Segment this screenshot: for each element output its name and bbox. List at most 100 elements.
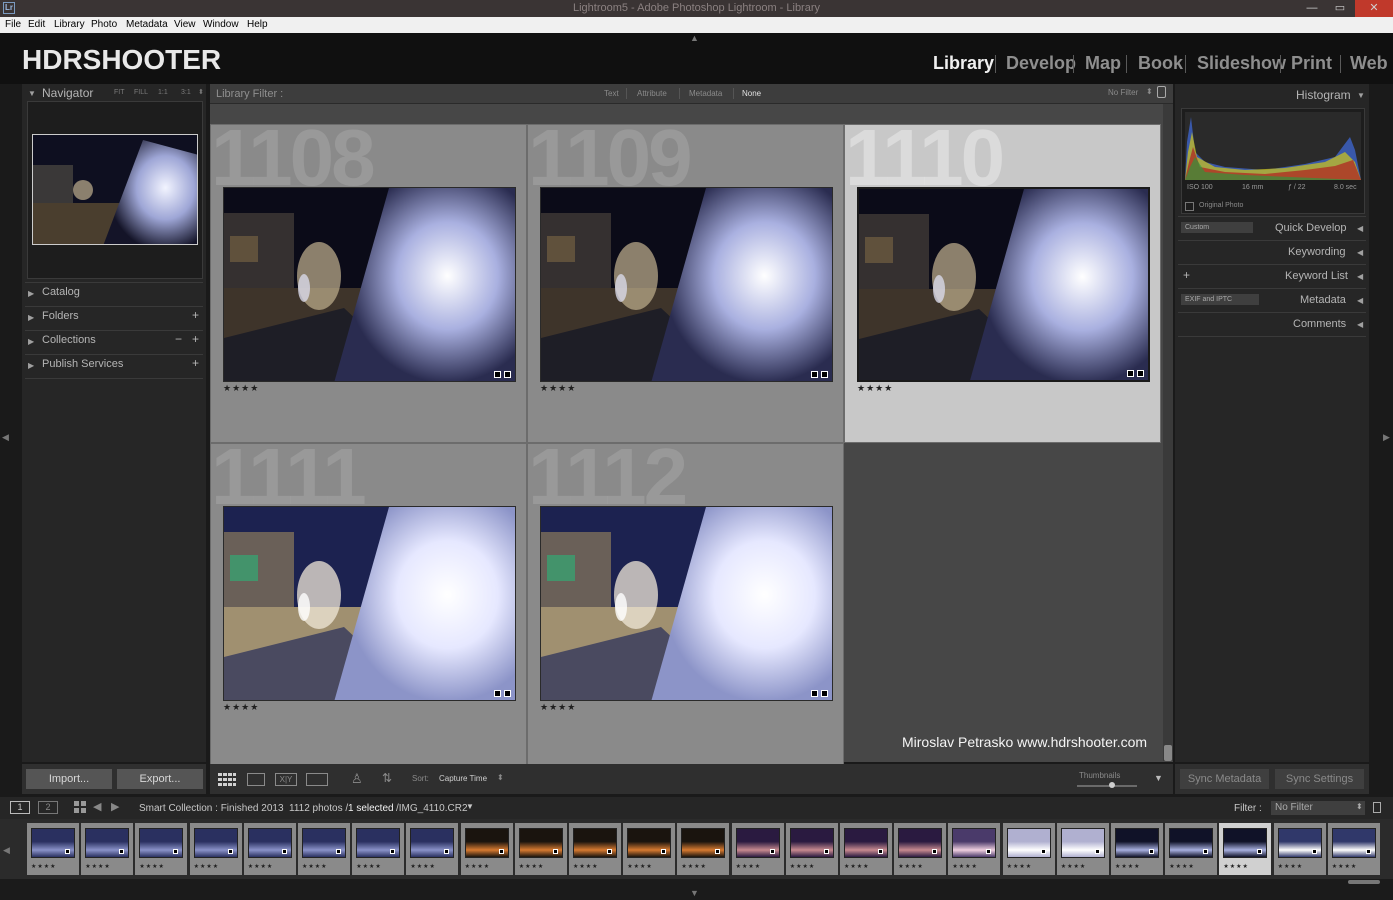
comments-expand-icon[interactable]: ◀ <box>1357 320 1363 329</box>
sort-stepper-icon[interactable]: ⬍ <box>497 773 504 782</box>
grid-scrollbar[interactable] <box>1163 104 1173 761</box>
menu-file[interactable]: File <box>5 19 21 30</box>
filmstrip-thumbnail[interactable]: ★★★★ <box>514 823 567 875</box>
grid-cell[interactable]: 1112 ★★★★ <box>527 432 844 782</box>
grid-cell[interactable]: 1108 ★★★★ <box>210 113 527 443</box>
filmstrip-thumbnail[interactable]: ★★★★ <box>1327 823 1380 875</box>
edited-badge-icon[interactable] <box>504 690 511 697</box>
module-print[interactable]: Print <box>1291 53 1332 74</box>
menu-metadata[interactable]: Metadata <box>126 19 168 30</box>
star-rating[interactable]: ★★★★ <box>540 383 576 394</box>
filter-text[interactable]: Text <box>604 89 619 98</box>
filmstrip-thumbnail[interactable]: ★★★★ <box>623 823 676 875</box>
remove-collection-icon[interactable]: − <box>175 332 182 346</box>
maximize-icon[interactable]: ▭ <box>1326 0 1354 17</box>
close-icon[interactable]: ✕ <box>1355 0 1393 17</box>
compare-view-icon[interactable]: X|Y <box>275 773 297 786</box>
menu-window[interactable]: Window <box>203 19 239 30</box>
module-library[interactable]: Library <box>933 53 994 74</box>
original-photo-checkbox[interactable] <box>1185 202 1194 211</box>
keywording-expand-icon[interactable]: ◀ <box>1357 248 1363 257</box>
star-rating[interactable]: ★★★★ <box>857 383 893 394</box>
filmstrip-thumbnail[interactable]: ★★★★ <box>569 823 621 875</box>
sort-direction-icon[interactable]: ⇅ <box>382 771 392 785</box>
grid-shortcut-icon[interactable] <box>74 801 86 816</box>
zoom-3-1[interactable]: 3:1 <box>181 89 191 96</box>
filter-metadata[interactable]: Metadata <box>689 89 722 98</box>
filmstrip-thumbnail[interactable]: ★★★★ <box>1056 823 1109 875</box>
selected-file-name[interactable]: /IMG_4110.CR2 <box>396 803 468 814</box>
filmstrip-source[interactable]: Smart Collection : Finished 2013 <box>139 803 284 814</box>
filmstrip-scroll-thumb[interactable] <box>1348 880 1380 884</box>
histogram-collapse-icon[interactable]: ▼ <box>1357 91 1365 100</box>
keyword-list-expand-icon[interactable]: ◀ <box>1357 272 1363 281</box>
filmstrip-filter-select[interactable]: No Filter <box>1271 801 1365 815</box>
grid-cell[interactable]: 1111 ★★★★ <box>210 432 527 782</box>
toolbar-content-dropdown-icon[interactable]: ▼ <box>1154 773 1163 783</box>
loupe-view-icon[interactable] <box>247 773 265 786</box>
painter-icon[interactable]: ♙ <box>351 771 363 787</box>
photo-thumbnail[interactable] <box>540 506 833 701</box>
filter-preset-select[interactable]: No Filter <box>1108 88 1138 97</box>
minimize-icon[interactable]: — <box>1298 0 1326 17</box>
filmstrip-thumbnail[interactable]: ★★★★ <box>894 823 947 875</box>
zoom-fit[interactable]: FIT <box>114 89 125 96</box>
panel-collapse-top-icon[interactable]: ▲ <box>690 33 699 43</box>
zoom-fill[interactable]: FILL <box>134 89 148 96</box>
menu-help[interactable]: Help <box>247 19 268 30</box>
module-slideshow[interactable]: Slideshow <box>1197 53 1286 74</box>
filmstrip-thumbnail[interactable]: ★★★★ <box>677 823 730 875</box>
filmstrip-thumbnail[interactable]: ★★★★ <box>352 823 405 875</box>
filmstrip-thumbnail[interactable]: ★★★★ <box>1219 823 1272 875</box>
filter-preset-stepper-icon[interactable]: ⬍ <box>1146 87 1153 96</box>
section-keyword-list[interactable]: Keyword List <box>1285 270 1348 282</box>
quick-develop-preset-select[interactable]: Custom <box>1181 222 1253 233</box>
publish-expand-icon[interactable]: ▶ <box>28 361 34 370</box>
filmstrip-thumbnail[interactable]: ★★★★ <box>189 823 242 875</box>
photo-thumbnail[interactable] <box>223 506 516 701</box>
menu-edit[interactable]: Edit <box>28 19 45 30</box>
filmstrip-thumbnail[interactable]: ★★★★ <box>1165 823 1218 875</box>
add-keyword-icon[interactable]: + <box>1183 268 1190 282</box>
filmstrip-thumbnail[interactable]: ★★★★ <box>81 823 134 875</box>
star-rating[interactable]: ★★★★ <box>540 702 576 713</box>
thumbnails-slider[interactable] <box>1077 782 1137 788</box>
grid-cell[interactable]: 1110 ★★★★ <box>844 113 1161 443</box>
filmstrip-thumbnail[interactable]: ★★★★ <box>785 823 838 875</box>
quick-develop-expand-icon[interactable]: ◀ <box>1357 224 1363 233</box>
grid-view-icon[interactable] <box>218 773 236 786</box>
add-folder-icon[interactable]: + <box>192 308 199 322</box>
section-keywording[interactable]: Keywording <box>1288 246 1345 258</box>
section-folders[interactable]: Folders <box>42 310 79 322</box>
filmstrip-thumbnail[interactable]: ★★★★ <box>243 823 296 875</box>
edited-badge-icon[interactable] <box>1137 370 1144 377</box>
filmstrip-thumbnail[interactable]: ★★★★ <box>135 823 188 875</box>
metadata-expand-icon[interactable]: ◀ <box>1357 296 1363 305</box>
histogram-graph[interactable] <box>1185 112 1361 180</box>
section-quick-develop[interactable]: Quick Develop <box>1275 222 1347 234</box>
photo-thumbnail[interactable] <box>540 187 833 382</box>
filmstrip-thumbnail[interactable]: ★★★★ <box>948 823 1001 875</box>
metadata-preset-select[interactable]: EXIF and IPTC <box>1181 294 1259 305</box>
file-menu-dropdown-icon[interactable]: ▼ <box>466 802 474 811</box>
module-develop[interactable]: Develop <box>1006 53 1076 74</box>
thumbnails-slider-knob[interactable] <box>1109 782 1116 788</box>
export-button[interactable]: Export... <box>117 769 203 789</box>
section-comments[interactable]: Comments <box>1293 318 1346 330</box>
navigator-collapse-icon[interactable]: ▼ <box>28 89 36 98</box>
filter-attribute[interactable]: Attribute <box>637 89 667 98</box>
photo-thumbnail[interactable] <box>857 187 1150 382</box>
metadata-badge-icon[interactable] <box>811 371 818 378</box>
panel-collapse-bottom-icon[interactable]: ▼ <box>690 888 699 898</box>
back-arrow-icon[interactable]: ◀ <box>93 800 101 813</box>
filmstrip-thumbnail[interactable]: ★★★★ <box>27 823 79 875</box>
menu-view[interactable]: View <box>174 19 196 30</box>
filmstrip-thumbnail[interactable]: ★★★★ <box>460 823 513 875</box>
sync-metadata-button[interactable]: Sync Metadata <box>1180 769 1269 789</box>
filmstrip-filter-lock-icon[interactable] <box>1373 802 1381 813</box>
module-web[interactable]: Web <box>1350 53 1388 74</box>
section-catalog[interactable]: Catalog <box>42 286 80 298</box>
section-collections[interactable]: Collections <box>42 334 96 346</box>
right-panel-toggle-icon[interactable]: ▶ <box>1383 432 1390 443</box>
left-panel-toggle-icon[interactable]: ◀ <box>2 432 9 443</box>
